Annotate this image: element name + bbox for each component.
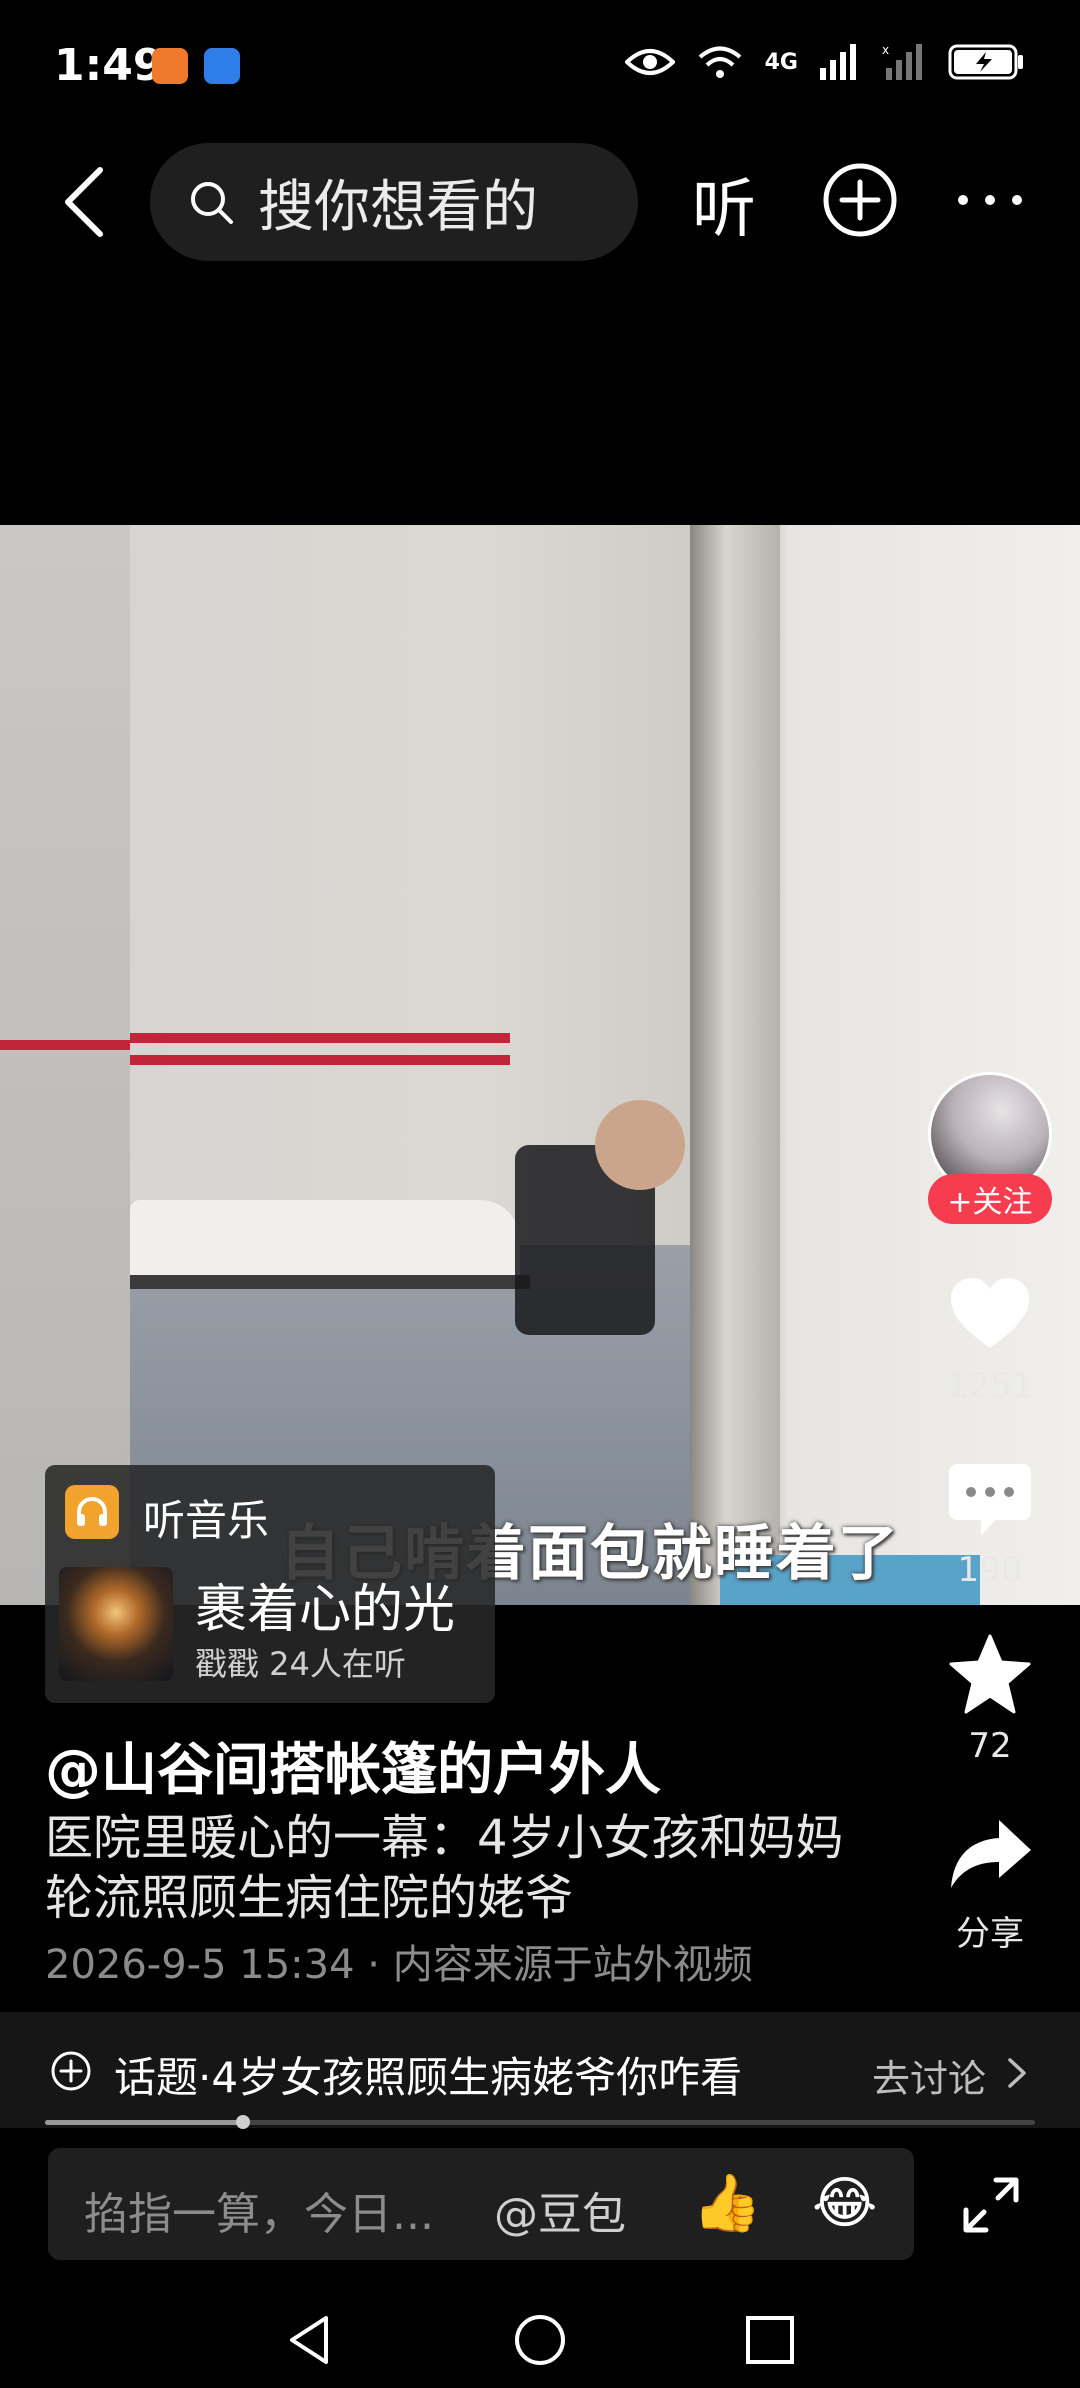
favorite-count: 72 <box>968 1726 1012 1766</box>
discuss-link[interactable]: 去讨论 <box>872 2048 986 2103</box>
thumbs-up-emoji[interactable]: 👍 <box>692 2174 762 2234</box>
listen-button[interactable]: 听 <box>692 158 756 250</box>
signal-2-icon: x <box>882 44 922 80</box>
battery-icon <box>948 44 1023 80</box>
nav-back-icon[interactable] <box>282 2312 338 2368</box>
mention-doubao[interactable]: @豆包 <box>494 2178 626 2242</box>
search-placeholder: 搜你想看的 <box>258 174 538 240</box>
expand-icon[interactable] <box>962 2176 1020 2234</box>
status-bar: 1:49 4G x <box>0 0 1080 130</box>
topic-text: 话题·4岁女孩照顾生病姥爷你咋看 <box>114 2053 743 2102</box>
like-count: 1251 <box>946 1366 1034 1406</box>
search-box[interactable]: 搜你想看的 <box>150 143 638 261</box>
comment-input[interactable]: 掐指一算，今日... @豆包 👍 😂 <box>48 2148 914 2260</box>
more-options-button[interactable] <box>958 192 1022 208</box>
share-label: 分享 <box>956 1914 1024 1954</box>
add-circle-icon[interactable] <box>822 162 898 238</box>
author-name[interactable]: @山谷间搭帐篷的户外人 <box>45 1725 661 1806</box>
comment-icon <box>949 1464 1031 1536</box>
heart-icon <box>951 1278 1029 1348</box>
share-button[interactable]: 分享 <box>920 1812 1060 1955</box>
song-title: 裹着心的光 <box>195 1580 456 1640</box>
nav-home-icon[interactable] <box>512 2312 568 2368</box>
eye-icon <box>624 49 675 75</box>
svg-text:x: x <box>882 44 889 57</box>
album-cover <box>59 1567 173 1681</box>
comment-count: 190 <box>957 1550 1023 1590</box>
search-icon <box>191 182 233 224</box>
weather-notification-icon <box>204 48 240 84</box>
music-label: 听音乐 <box>143 1496 270 1545</box>
top-nav: 搜你想看的 听 <box>0 140 1080 264</box>
favorite-button[interactable]: 72 <box>920 1632 1060 1766</box>
star-icon <box>949 1634 1031 1714</box>
like-button[interactable]: 1251 <box>920 1272 1060 1406</box>
laughing-emoji[interactable]: 😂 <box>812 2174 877 2234</box>
topic-bar[interactable]: 话题·4岁女孩照顾生病姥爷你咋看 去讨论 <box>0 2012 1080 2128</box>
system-nav-bar <box>0 2290 1080 2388</box>
add-topic-icon <box>51 2051 91 2091</box>
back-arrow-icon <box>65 167 103 237</box>
follow-button[interactable]: +关注 <box>928 1174 1052 1224</box>
wifi-icon <box>698 46 741 78</box>
status-time: 1:49 <box>54 40 164 91</box>
comment-placeholder: 掐指一算，今日... <box>84 2189 434 2240</box>
comment-button[interactable]: 190 <box>920 1456 1060 1590</box>
signal-icon <box>820 44 856 80</box>
chevron-right-icon <box>1008 2058 1026 2088</box>
listener-count: 戳戳 24人在听 <box>195 1645 406 1683</box>
post-description: 医院里暖心的一幕：4岁小女孩和妈妈轮流照顾生病住院的姥爷 <box>45 1810 844 1926</box>
app-notification-icon <box>152 48 188 84</box>
post-meta: 2026-9-5 15:34 · 内容来源于站外视频 <box>45 1942 753 1988</box>
video-player[interactable]: 自己啃着面包就睡着了 <box>0 525 1080 1605</box>
progress-fill <box>45 2120 243 2125</box>
headphones-icon <box>65 1485 119 1539</box>
back-button[interactable] <box>44 162 124 242</box>
progress-knob[interactable] <box>236 2115 250 2129</box>
share-arrow-icon <box>951 1820 1031 1888</box>
music-card[interactable]: 听音乐 裹着心的光 戳戳 24人在听 <box>45 1465 495 1703</box>
nav-recents-icon[interactable] <box>742 2312 798 2368</box>
network-label: 4G <box>764 49 798 75</box>
